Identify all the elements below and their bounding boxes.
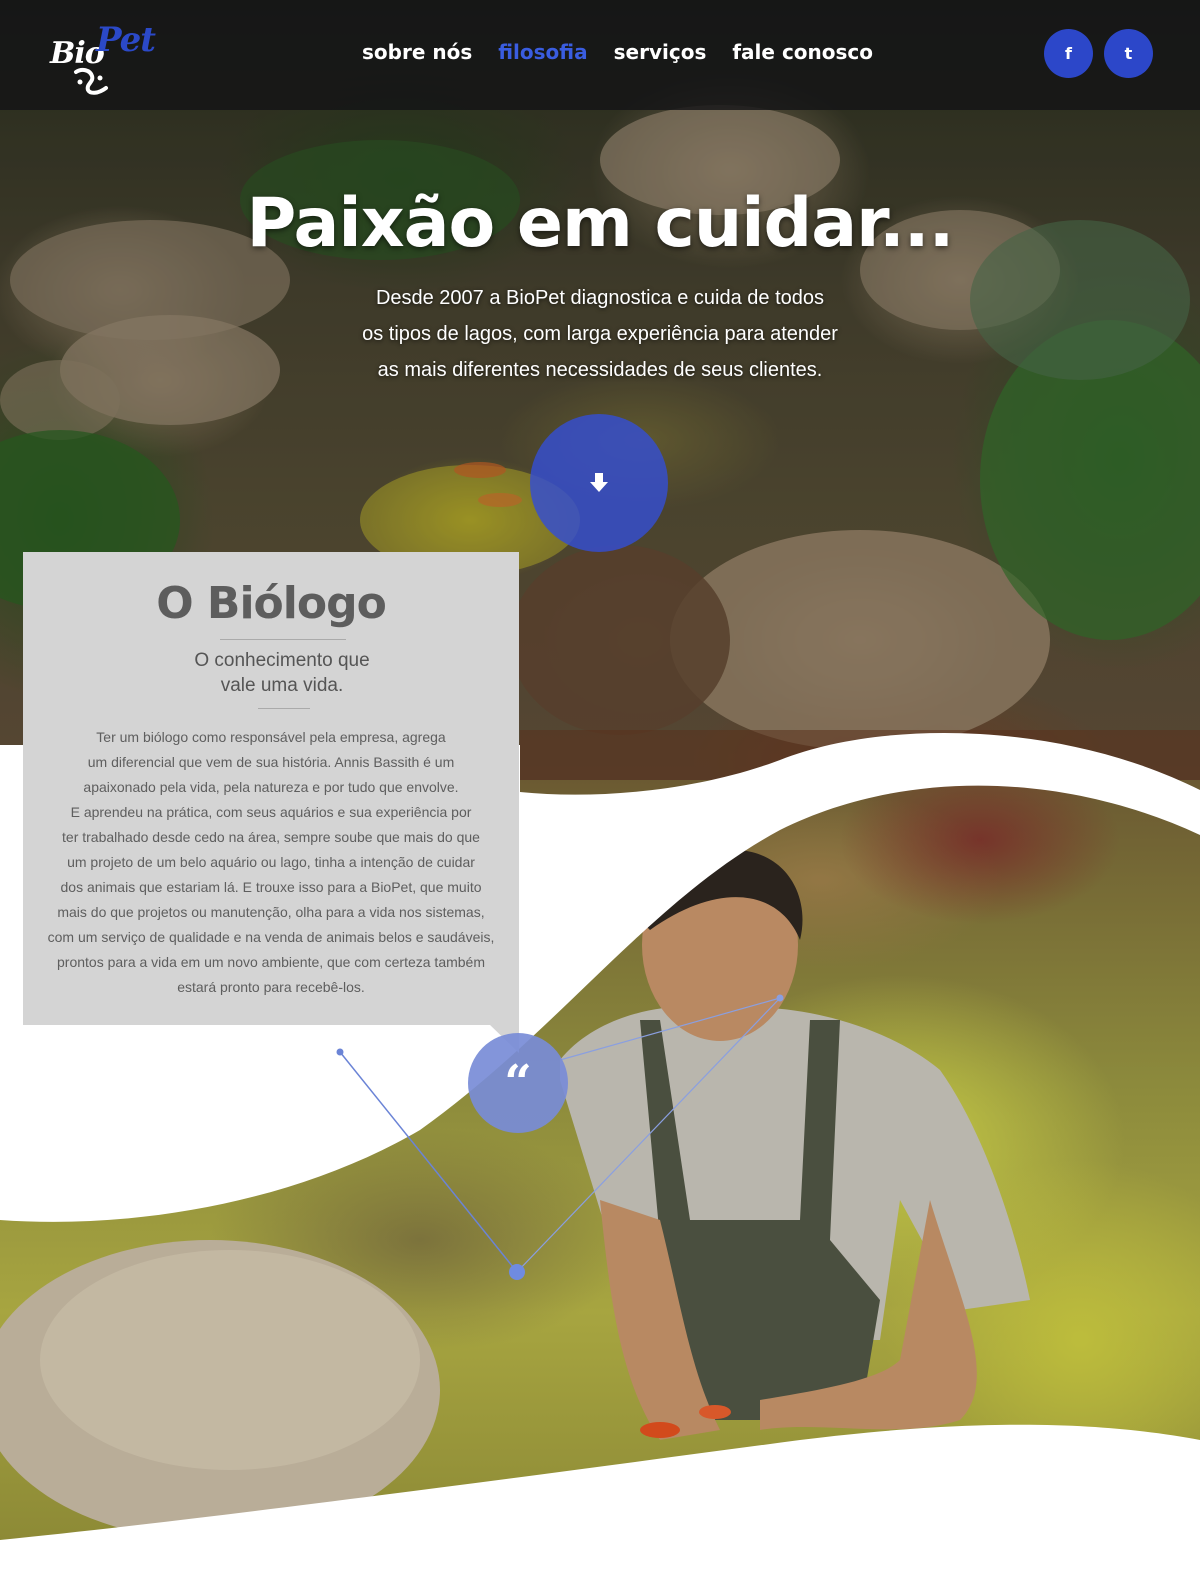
description-line: um diferencial que vem de sua história. … (87, 754, 455, 770)
biologist-description: Ter um biólogo como responsável pela emp… (43, 725, 499, 1000)
twitter-icon: t (1124, 44, 1133, 63)
biologist-title: O Biólogo (156, 578, 387, 629)
facebook-icon: f (1065, 44, 1072, 63)
biopet-logo[interactable]: Bio Pet (50, 14, 156, 96)
description-line: estará pronto para recebê-los. (177, 979, 365, 995)
hero-title: Paixão em cuidar... (246, 184, 955, 263)
divider (220, 639, 346, 640)
nav-item-servicos[interactable]: serviços (614, 40, 707, 64)
description-line: com um serviço de qualidade e na venda d… (47, 929, 495, 945)
description-line: Ter um biólogo como responsável pela emp… (96, 729, 446, 745)
description-line: apaixonado pela vida, pela natureza e po… (83, 779, 459, 795)
description-line: prontos para a vida em um novo ambiente,… (57, 954, 485, 970)
biologist-subtitle-line: vale uma vida. (220, 675, 344, 696)
biologist-card: O Biólogo O conhecimento que vale uma vi… (23, 552, 519, 1025)
biologist-subtitle-line: O conhecimento que (194, 650, 370, 671)
description-line: E aprendeu na prática, com seus aquários… (70, 804, 472, 820)
description-line: ter trabalhado desde cedo na área, sempr… (62, 829, 480, 845)
hero-subtitle-line: os tipos de lagos, com larga experiência… (362, 323, 838, 345)
hero-subtitle-line: as mais diferentes necessidades de seus … (377, 359, 823, 381)
logo-text-pet: Pet (96, 20, 156, 60)
gecko-icon (74, 67, 108, 95)
divider (258, 708, 310, 709)
quote-button[interactable]: “ (468, 1033, 568, 1133)
quote-icon: “ (504, 1055, 532, 1111)
site-header: Bio Pet sobre nós filosofia serviços fal… (0, 0, 1200, 110)
biologist-subtitle: O conhecimento que vale uma vida. (103, 648, 461, 698)
scroll-down-button[interactable] (530, 414, 668, 552)
description-line: dos animais que estariam lá. E trouxe is… (60, 879, 482, 895)
nav-item-sobre-nos[interactable]: sobre nós (362, 40, 472, 64)
hero-subtitle-line: Desde 2007 a BioPet diagnostica e cuida … (375, 287, 825, 309)
arrow-down-icon (590, 473, 608, 492)
facebook-button[interactable]: f (1044, 29, 1093, 78)
hero-subtitle: Desde 2007 a BioPet diagnostica e cuida … (330, 280, 870, 388)
description-line: mais do que projetos ou manutenção, olha… (57, 904, 485, 920)
description-line: um projeto de um belo aquário ou lago, t… (67, 854, 475, 870)
nav-item-fale-conosco[interactable]: fale conosco (732, 40, 873, 64)
nav-item-filosofia[interactable]: filosofia (498, 40, 587, 64)
main-navigation: sobre nós filosofia serviços fale conosc… (362, 40, 899, 64)
page: Bio Pet sobre nós filosofia serviços fal… (0, 0, 1200, 1572)
twitter-button[interactable]: t (1104, 29, 1153, 78)
